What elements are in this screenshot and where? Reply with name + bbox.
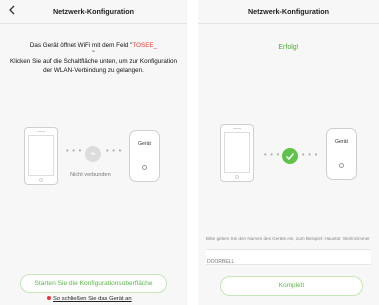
device-label: Gerät bbox=[138, 141, 151, 147]
connected-check-icon bbox=[282, 148, 298, 164]
navigation-bar: Netzwerk-Konfiguration bbox=[0, 0, 187, 24]
page-title: Netzwerk-Konfiguration bbox=[52, 7, 135, 16]
device-label: Gerät bbox=[335, 139, 348, 145]
connection-dashes-right: • • • bbox=[302, 152, 319, 159]
device-name-input[interactable] bbox=[206, 255, 371, 269]
instruction-quote: " bbox=[92, 50, 95, 58]
device-name-hint: Bitte geben Sie den Namen des Geräts ein… bbox=[206, 236, 370, 241]
network-config-screen-left: Netzwerk-Konfiguration Das Gerät öffnet … bbox=[0, 0, 187, 305]
connection-dashes-left: • • • bbox=[264, 152, 281, 159]
connection-status: Nicht verbunden bbox=[70, 172, 111, 178]
phone-icon bbox=[24, 127, 58, 185]
instruction-prefix: Das Gerät öffnet WiFi mit dem Feld " bbox=[29, 42, 133, 49]
ssid-label: TOSEE_ bbox=[132, 42, 158, 49]
navigation-bar: Netzwerk-Konfiguration bbox=[198, 0, 379, 24]
network-config-screen-right: Netzwerk-Konfiguration Erfolg! • • • • •… bbox=[198, 0, 379, 305]
page-title: Netzwerk-Konfiguration bbox=[247, 7, 330, 16]
how-to-connect-label: So schließen Sie das Gerät an bbox=[53, 296, 132, 302]
warning-dot-icon bbox=[47, 296, 51, 301]
instruction-rest: Klicken Sie auf die Schaltfläche unten, … bbox=[10, 58, 177, 74]
doorbell-device-icon: Gerät bbox=[129, 130, 160, 182]
disconnected-status-icon: ⌁ bbox=[85, 146, 101, 162]
complete-button[interactable]: Komplett bbox=[220, 276, 363, 296]
start-config-button-label: Starten Sie die Konfigurationsoberfläche bbox=[34, 280, 153, 287]
connection-dashes-right: • • • bbox=[106, 148, 123, 155]
connection-dashes-left: • • • bbox=[66, 148, 83, 155]
device-name-field[interactable] bbox=[206, 249, 371, 269]
complete-button-label: Komplett bbox=[278, 282, 305, 289]
start-config-button[interactable]: Starten Sie die Konfigurationsoberfläche bbox=[20, 274, 167, 293]
instruction-text: Das Gerät öffnet WiFi mit dem Feld "TOSE… bbox=[10, 42, 177, 75]
phone-icon bbox=[220, 124, 254, 182]
how-to-connect-link[interactable]: So schließen Sie das Gerät an bbox=[47, 296, 132, 302]
doorbell-device-icon: Gerät bbox=[326, 128, 357, 180]
success-message: Erfolg! bbox=[278, 44, 299, 51]
